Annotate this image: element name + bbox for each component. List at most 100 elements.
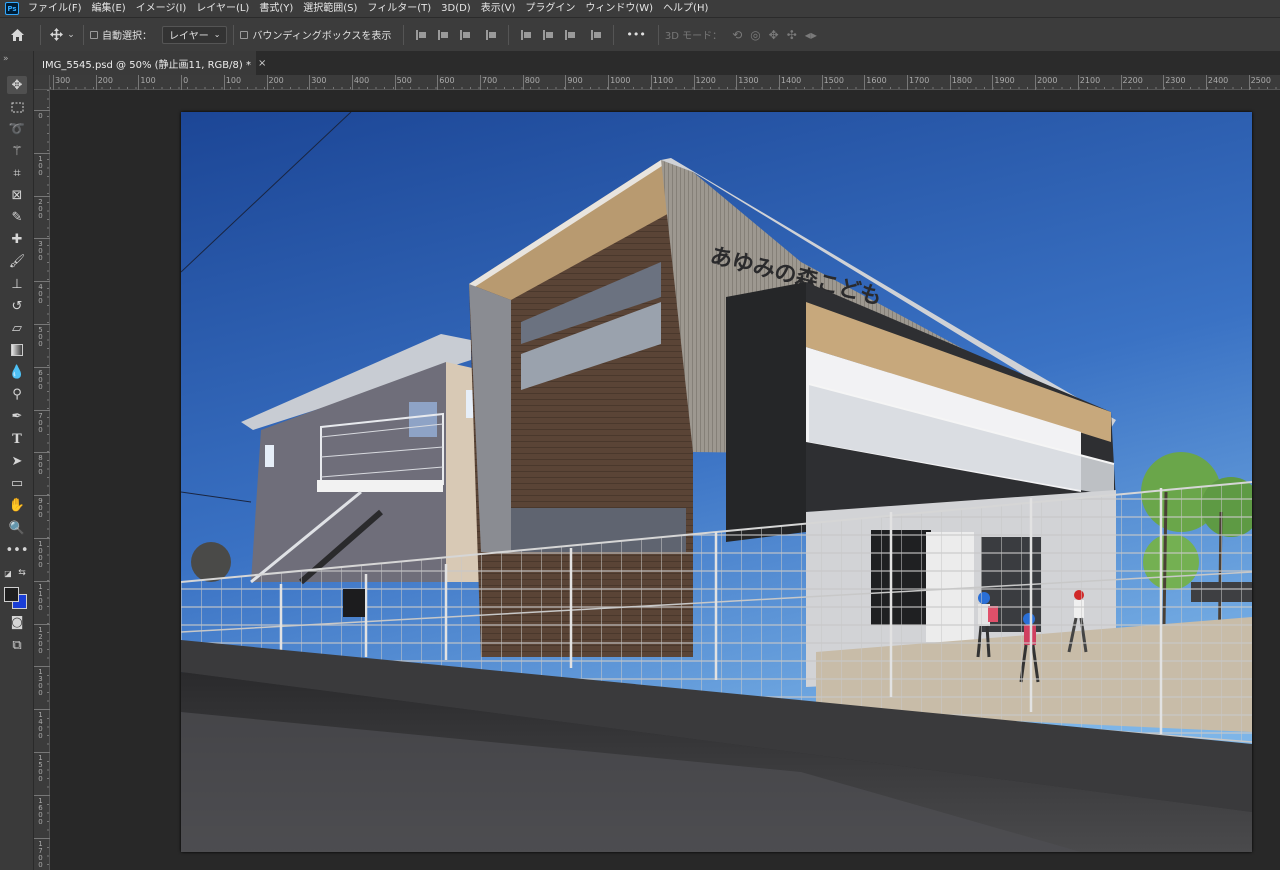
ruler-label: 1500 (823, 76, 844, 85)
clone-stamp-tool-icon[interactable]: ⊥ (7, 275, 27, 293)
hand-tool-icon[interactable]: ✋ (7, 496, 27, 514)
distribute-horizontal-icon[interactable] (591, 29, 602, 40)
rectangle-tool-icon[interactable]: ▭ (7, 474, 27, 492)
align-left-icon[interactable] (416, 29, 427, 40)
align-right-icon[interactable] (460, 29, 471, 40)
divider (403, 24, 405, 45)
pen-tool-icon[interactable]: ✒ (7, 407, 27, 425)
ruler-label: 900 (567, 76, 583, 85)
distribute-vertical-icon[interactable] (486, 29, 497, 40)
menu-help[interactable]: ヘルプ(H) (658, 0, 713, 17)
menu-layer[interactable]: レイヤー(L) (191, 0, 254, 17)
ruler-label: 600 (38, 368, 43, 391)
edit-toolbar-icon[interactable]: ••• (6, 541, 29, 559)
ruler-label: 100 (140, 76, 156, 85)
3d-pan-icon: ✥ (768, 27, 779, 42)
ruler-label: 100 (38, 154, 43, 177)
ruler-label: 2400 (1207, 76, 1229, 85)
ruler-major-tick (1163, 75, 1165, 90)
ruler-major-tick (736, 75, 738, 90)
photo-image: あゆみの森こども (181, 112, 1252, 852)
ruler-label: 600 (439, 76, 455, 85)
ruler-label: 1700 (38, 839, 43, 869)
menu-type[interactable]: 書式(Y) (254, 0, 298, 17)
type-tool-icon[interactable]: T (7, 430, 27, 448)
document-tab[interactable]: IMG_5545.psd @ 50% (静止画11, RGB/8) * × (34, 51, 266, 75)
menu-plugins[interactable]: プラグイン (520, 0, 580, 17)
ruler-label: 1500 (38, 754, 43, 783)
ruler-major-tick (34, 837, 50, 839)
divider (83, 24, 84, 45)
menu-3d[interactable]: 3D(D) (436, 0, 476, 17)
menu-select[interactable]: 選択範囲(S) (298, 0, 362, 17)
menu-image[interactable]: イメージ(I) (131, 0, 192, 17)
lasso-tool-icon[interactable]: ➰ (7, 120, 27, 138)
menu-view[interactable]: 表示(V) (476, 0, 521, 17)
magic-wand-tool-icon[interactable]: ⚚ (7, 142, 27, 160)
chevron-down-icon[interactable]: ⌄ (65, 25, 77, 45)
ruler-label: 1100 (38, 582, 43, 612)
ruler-label: 500 (38, 326, 43, 348)
more-options-button[interactable]: ••• (626, 28, 645, 41)
color-swatches (4, 587, 30, 611)
default-colors-icon[interactable]: ◪ (3, 564, 13, 582)
photoshop-logo-icon[interactable]: Ps (5, 2, 19, 15)
ruler-major-tick (693, 75, 695, 90)
collapse-panel-icon[interactable]: » (3, 54, 9, 64)
screen-mode-icon[interactable]: ⧉ (7, 636, 27, 654)
dodge-tool-icon[interactable]: ⚲ (7, 385, 27, 403)
ruler-label: 300 (38, 240, 43, 263)
swap-colors-icon[interactable]: ⇆ (17, 564, 27, 582)
3d-scale-icon: ◂▸ (804, 27, 817, 42)
move-tool-preset-icon[interactable] (47, 25, 65, 45)
ruler-label: 400 (38, 283, 43, 306)
ruler-major-tick (181, 75, 183, 90)
align-horizontal-center-icon[interactable] (438, 29, 449, 40)
auto-select-checkbox[interactable] (90, 30, 98, 39)
ruler-label: 2000 (1037, 76, 1058, 85)
ruler-label: 1000 (610, 76, 631, 85)
eyedropper-tool-icon[interactable]: ✎ (7, 208, 27, 226)
move-tool-icon[interactable]: ✥ (7, 76, 27, 94)
menu-filter[interactable]: フィルター(T) (362, 0, 436, 17)
gradient-tool-icon[interactable] (7, 341, 27, 359)
path-selection-tool-icon[interactable]: ➤ (7, 452, 27, 470)
blur-tool-icon[interactable]: 💧 (7, 363, 27, 381)
ruler-origin[interactable] (34, 75, 50, 90)
ruler-label: 800 (38, 454, 43, 477)
align-top-icon[interactable] (521, 29, 532, 40)
align-vertical-center-icon[interactable] (543, 29, 554, 40)
auto-select-target-dropdown[interactable]: レイヤー ⌄ (162, 25, 228, 44)
show-bounding-box-checkbox[interactable] (240, 30, 249, 39)
ruler-label: 400 (353, 76, 370, 85)
ruler-major-tick (53, 75, 54, 90)
ruler-label: 900 (38, 497, 43, 520)
marquee-tool-icon[interactable] (7, 98, 27, 116)
horizontal-ruler[interactable]: 300 200 100 0 100 200 300 400 500 600 700 800 900 100… (50, 75, 1280, 90)
close-icon[interactable]: × (258, 58, 266, 69)
history-brush-tool-icon[interactable]: ↺ (7, 297, 27, 315)
healing-brush-tool-icon[interactable]: ✚ (7, 230, 27, 248)
crop-tool-icon[interactable]: ⌗ (7, 164, 27, 182)
document-tab-bar: IMG_5545.psd @ 50% (静止画11, RGB/8) * × (34, 51, 1280, 75)
menu-edit[interactable]: 編集(E) (87, 0, 131, 17)
home-icon[interactable] (0, 25, 34, 45)
zoom-tool-icon[interactable]: 🔍 (7, 519, 27, 537)
menu-file[interactable]: ファイル(F) (23, 0, 87, 17)
eraser-tool-icon[interactable]: ▱ (7, 319, 27, 337)
ruler-label: 700 (482, 76, 498, 85)
quick-mask-icon[interactable]: ◙ (7, 613, 27, 631)
frame-tool-icon[interactable]: ⊠ (7, 186, 27, 204)
ruler-label: 1100 (652, 76, 674, 85)
menu-window[interactable]: ウィンドウ(W) (580, 0, 658, 17)
divider (40, 24, 41, 45)
brush-tool-icon[interactable]: 🖌 (7, 252, 27, 270)
ruler-major-tick (1120, 75, 1122, 90)
document-canvas[interactable]: あゆみの森こども (181, 112, 1252, 852)
ruler-major-tick (650, 75, 652, 90)
align-bottom-icon[interactable] (565, 29, 576, 40)
ruler-label: 1200 (38, 625, 43, 655)
vertical-ruler[interactable]: 0 100 200 300 400 500 600 700 800 900 1000 1100 1200… (34, 90, 50, 870)
foreground-color-swatch[interactable] (4, 587, 19, 602)
ruler-major-tick (34, 794, 50, 796)
